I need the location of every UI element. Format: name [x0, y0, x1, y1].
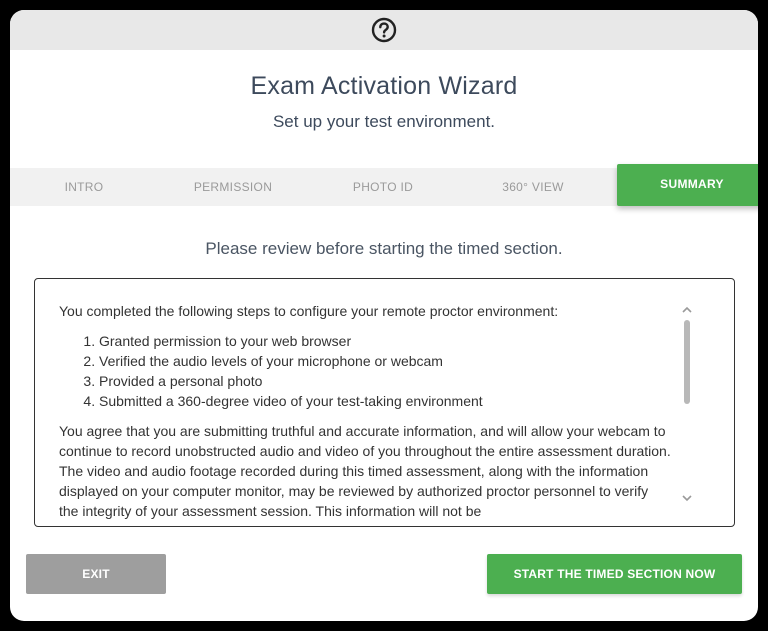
start-timed-section-button[interactable]: START THE TIMED SECTION NOW [487, 554, 742, 594]
list-item: Verified the audio levels of your microp… [99, 351, 671, 371]
list-item: Granted permission to your web browser [99, 331, 671, 351]
list-item: Provided a personal photo [99, 371, 671, 391]
review-agreement: You agree that you are submitting truthf… [59, 423, 671, 519]
step-intro[interactable]: INTRO [10, 168, 158, 206]
page-title: Exam Activation Wizard [250, 72, 518, 100]
review-heading: Please review before starting the timed … [205, 239, 563, 258]
question-circle-icon[interactable] [371, 17, 397, 43]
step-photo-id[interactable]: PHOTO ID [308, 168, 458, 206]
step-permission[interactable]: PERMISSION [158, 168, 308, 206]
list-item: Submitted a 360-degree video of your tes… [99, 391, 671, 411]
scroll-thumb[interactable] [684, 320, 690, 404]
scroll-down-icon[interactable] [681, 491, 693, 503]
step-360-view[interactable]: 360° VIEW [458, 168, 608, 206]
wizard-window: Exam Activation Wizard Set up your test … [10, 10, 758, 621]
review-content: You completed the following steps to con… [59, 301, 671, 521]
completed-steps-list: Granted permission to your web browser V… [59, 331, 671, 411]
review-intro: You completed the following steps to con… [59, 303, 559, 319]
exit-button[interactable]: EXIT [26, 554, 166, 594]
top-bar [10, 10, 758, 50]
scroll-up-icon[interactable] [681, 303, 693, 315]
page-subtitle: Set up your test environment. [272, 112, 496, 131]
step-bar: INTRO PERMISSION PHOTO ID 360° VIEW SUMM… [10, 164, 758, 206]
review-panel[interactable]: You completed the following steps to con… [34, 278, 735, 527]
step-summary[interactable]: SUMMARY [617, 164, 758, 206]
scrollbar[interactable] [679, 301, 695, 507]
